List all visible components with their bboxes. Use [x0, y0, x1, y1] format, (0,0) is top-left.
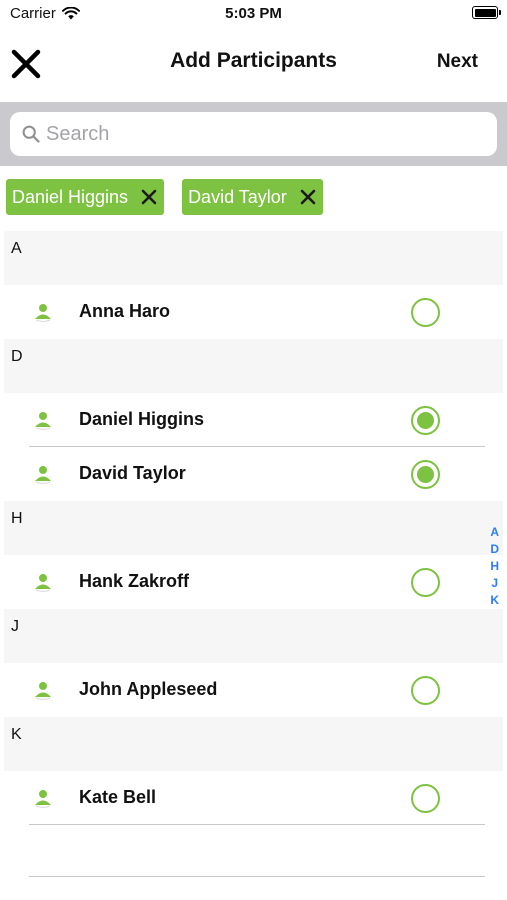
- index-letter-a[interactable]: A: [490, 524, 499, 541]
- select-radio[interactable]: [411, 784, 440, 813]
- nav-bar: Add Participants Next: [0, 28, 507, 102]
- index-letter-h[interactable]: H: [490, 558, 499, 575]
- section-header-h: H: [4, 501, 503, 555]
- select-radio[interactable]: [411, 298, 440, 327]
- contact-name: John Appleseed: [79, 679, 218, 699]
- close-icon[interactable]: [140, 188, 158, 206]
- select-radio[interactable]: [411, 460, 440, 489]
- index-letter-j[interactable]: J: [491, 575, 498, 592]
- section-header-j: J: [4, 609, 503, 663]
- section-header-d: D: [4, 339, 503, 393]
- contact-name: Daniel Higgins: [79, 409, 205, 429]
- search-input[interactable]: [46, 112, 486, 156]
- battery-icon: [472, 6, 501, 19]
- chip-label: David Taylor: [188, 186, 287, 207]
- contact-list: A Anna Haro D Daniel Higgins David Taylo…: [0, 231, 507, 825]
- search-icon: [22, 125, 40, 143]
- page-title: Add Participants: [170, 49, 337, 72]
- index-letter-d[interactable]: D: [490, 541, 499, 558]
- select-radio[interactable]: [411, 568, 440, 597]
- section-index[interactable]: A D H J K: [490, 524, 499, 609]
- status-bar: Carrier 5:03 PM: [0, 0, 507, 28]
- search-field[interactable]: [10, 112, 497, 156]
- close-icon[interactable]: [299, 188, 317, 206]
- add-participants-screen: Carrier 5:03 PM Add Participants Next Se…: [0, 0, 507, 900]
- participant-chip[interactable]: Daniel Higgins: [6, 179, 165, 215]
- contact-name: Anna Haro: [79, 301, 171, 321]
- select-radio[interactable]: [411, 676, 440, 705]
- selected-participants: Daniel Higgins David Taylor: [6, 179, 323, 215]
- list-item[interactable]: John Appleseed: [0, 663, 507, 717]
- contact-name: Hank Zakroff: [79, 571, 190, 591]
- status-time: 5:03 PM: [225, 5, 282, 22]
- index-letter-k[interactable]: K: [490, 592, 499, 609]
- person-icon: [33, 410, 53, 430]
- section-header-k: K: [4, 717, 503, 771]
- list-item[interactable]: Hank Zakroff: [0, 555, 507, 609]
- person-icon: [33, 572, 53, 592]
- contact-name: Kate Bell: [79, 787, 157, 807]
- list-item[interactable]: Kate Bell: [0, 771, 507, 825]
- person-icon: [33, 302, 53, 322]
- list-item[interactable]: Anna Haro: [0, 285, 507, 339]
- person-icon: [33, 464, 53, 484]
- person-icon: [33, 788, 53, 808]
- contact-name: David Taylor: [79, 463, 186, 483]
- select-radio[interactable]: [411, 406, 440, 435]
- list-item[interactable]: David Taylor: [0, 447, 507, 501]
- chip-label: Daniel Higgins: [12, 186, 129, 207]
- section-header-a: A: [4, 231, 503, 285]
- list-divider: [29, 876, 485, 877]
- list-item[interactable]: Daniel Higgins: [0, 393, 507, 447]
- participant-chip[interactable]: David Taylor: [182, 179, 323, 215]
- search-bar: [0, 102, 507, 166]
- next-button[interactable]: Next: [437, 51, 478, 73]
- person-icon: [33, 680, 53, 700]
